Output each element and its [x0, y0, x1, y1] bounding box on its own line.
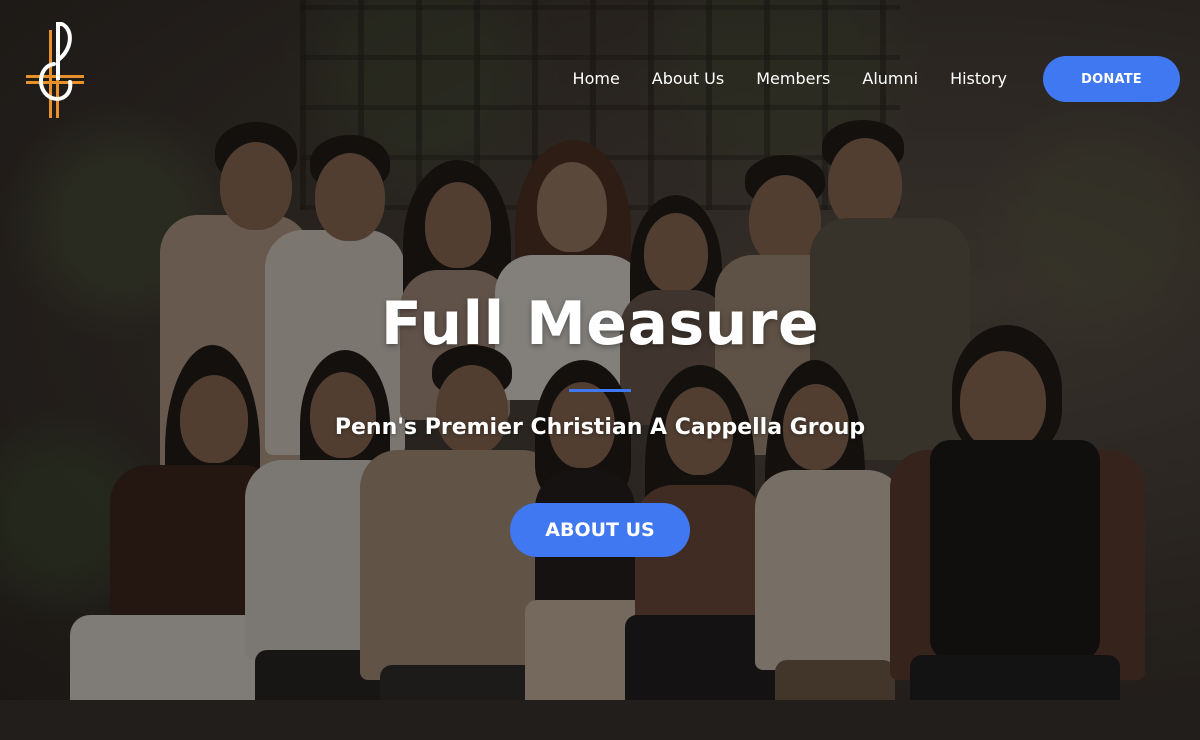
title-divider: [569, 389, 631, 392]
donate-button[interactable]: DONATE: [1043, 56, 1180, 102]
hero-title: Full Measure: [380, 289, 820, 359]
hero-content: Full Measure Penn's Premier Christian A …: [0, 286, 1200, 443]
logo[interactable]: [24, 20, 86, 120]
nav-home-link[interactable]: Home: [573, 56, 620, 102]
main-navigation: Home About Us Members Alumni History DON…: [573, 56, 1180, 102]
nav-alumni-link[interactable]: Alumni: [862, 56, 918, 102]
nav-about-us-link[interactable]: About Us: [652, 56, 724, 102]
treble-clef-cross-icon: [26, 22, 84, 118]
nav-history-link[interactable]: History: [950, 56, 1007, 102]
about-us-button[interactable]: ABOUT US: [510, 503, 690, 557]
nav-members-link[interactable]: Members: [756, 56, 830, 102]
hero-subtitle: Penn's Premier Christian A Cappella Grou…: [334, 415, 866, 440]
